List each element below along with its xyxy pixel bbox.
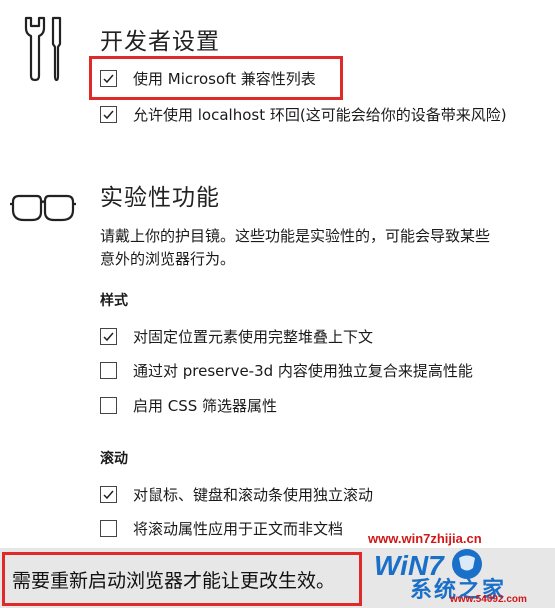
banner-highlight-box — [2, 552, 362, 606]
checkbox-independent-scroll[interactable] — [100, 485, 117, 503]
checkbox-fixed-position-stacking[interactable] — [100, 327, 117, 345]
checkbox-row-fixed-position-stacking[interactable]: 对固定位置元素使用完整堆叠上下文 — [100, 324, 373, 348]
checkmark-icon — [103, 332, 114, 341]
goggles-icon — [10, 192, 76, 224]
experimental-description: 请戴上你的护目镜。这些功能是实验性的，可能会导致某些 意外的浏览器行为。 — [100, 225, 490, 271]
checkbox-preserve-3d[interactable] — [100, 361, 117, 379]
checkbox-row-css-filter[interactable]: 启用 CSS 筛选器属性 — [100, 393, 277, 417]
checkbox-label: 通过对 preserve-3d 内容使用独立复合来提高性能 — [133, 361, 473, 380]
checkbox-label: 将滚动属性应用于正文而非文档 — [133, 519, 344, 538]
highlight-box — [89, 56, 343, 100]
checkmark-icon — [103, 490, 114, 499]
checkbox-label: 启用 CSS 筛选器属性 — [133, 396, 278, 415]
checkbox-scroll-on-body[interactable] — [100, 519, 117, 537]
checkbox-row-independent-scroll[interactable]: 对鼠标、键盘和滚动条使用独立滚动 — [100, 482, 373, 506]
description-line-2: 意外的浏览器行为。 — [100, 250, 236, 268]
scroll-heading: 滚动 — [100, 451, 128, 467]
checkbox-row-preserve-3d[interactable]: 通过对 preserve-3d 内容使用独立复合来提高性能 — [100, 358, 473, 382]
checkmark-icon — [103, 110, 114, 119]
description-line-1: 请戴上你的护目镜。这些功能是实验性的，可能会导致某些 — [100, 227, 491, 245]
checkbox-row-scroll-on-body[interactable]: 将滚动属性应用于正文而非文档 — [100, 516, 343, 540]
checkbox-localhost-loopback[interactable] — [100, 105, 117, 123]
checkbox-label: 允许使用 localhost 环回(这可能会给你的设备带来风险) — [133, 105, 507, 124]
checkbox-row-localhost-loopback[interactable]: 允许使用 localhost 环回(这可能会给你的设备带来风险) — [100, 102, 507, 126]
style-heading: 样式 — [100, 293, 128, 309]
checkbox-label: 对鼠标、键盘和滚动条使用独立滚动 — [133, 485, 374, 504]
watermark-url-text: www.54092.com — [450, 594, 527, 605]
checkbox-label: 对固定位置元素使用完整堆叠上下文 — [133, 327, 374, 346]
developer-settings-title: 开发者设置 — [100, 29, 220, 55]
checkbox-css-filter[interactable] — [100, 396, 117, 414]
experimental-features-title: 实验性功能 — [100, 185, 220, 211]
watermark-site-text: www.win7zhijia.cn — [368, 531, 482, 546]
tools-icon — [22, 14, 68, 84]
